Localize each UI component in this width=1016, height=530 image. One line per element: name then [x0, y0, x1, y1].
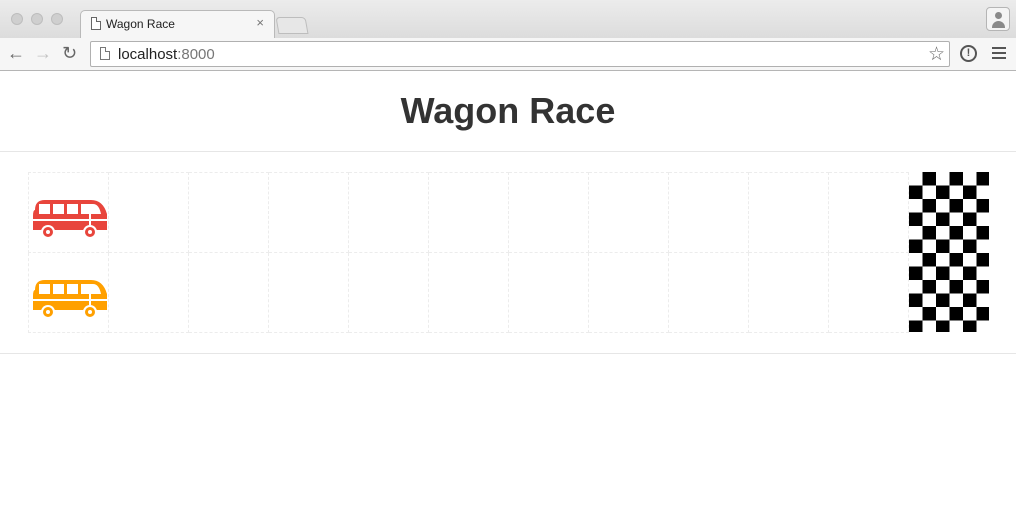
lane-player-1 — [28, 172, 989, 253]
browser-tab-strip: Wagon Race × — [0, 0, 1016, 38]
page-title: Wagon Race — [400, 90, 616, 131]
document-icon — [91, 17, 101, 30]
track-cell — [508, 172, 589, 253]
track-cell — [668, 252, 749, 333]
track-cell — [348, 172, 429, 253]
reload-button[interactable]: ↻ — [62, 43, 77, 63]
tab-wagon-race[interactable]: Wagon Race × — [80, 10, 275, 38]
back-button[interactable]: ← — [7, 43, 25, 63]
url-host: localhost — [118, 46, 178, 63]
page-icon — [100, 47, 110, 60]
url-port: :8000 — [177, 46, 215, 63]
track-cell — [348, 252, 429, 333]
wagon-player-2-icon — [33, 280, 107, 319]
track-cell — [428, 252, 509, 333]
track-cell — [748, 252, 829, 333]
address-bar[interactable]: localhost:8000 ☆ — [90, 41, 950, 67]
track-cell — [588, 252, 669, 333]
browser-toolbar: ← → ↻ localhost:8000 ☆ ! — [0, 38, 1016, 71]
menu-icon[interactable] — [992, 47, 1006, 60]
url-text[interactable]: localhost:8000 — [118, 46, 215, 63]
track-cell — [188, 172, 269, 253]
race-track — [28, 172, 989, 333]
bookmark-star-icon[interactable]: ☆ — [928, 43, 945, 66]
track-cell — [588, 172, 669, 253]
track-cell — [188, 252, 269, 333]
track-cell — [668, 172, 749, 253]
profile-icon[interactable] — [986, 7, 1010, 31]
checkered-flag-icon — [909, 172, 989, 332]
new-tab-button[interactable] — [275, 17, 309, 34]
track-cell — [28, 252, 109, 333]
track-cell — [28, 172, 109, 253]
info-icon[interactable]: ! — [960, 45, 977, 62]
track-cell — [748, 172, 829, 253]
window-close-button[interactable] — [11, 13, 23, 25]
divider-bottom — [0, 353, 1016, 354]
wagon-player-1-icon — [33, 200, 107, 239]
track-cell — [108, 252, 189, 333]
track-cell — [268, 172, 349, 253]
track-cell — [108, 172, 189, 253]
tab-title: Wagon Race — [106, 17, 175, 31]
track-cell — [828, 252, 909, 333]
divider-top — [0, 151, 1016, 152]
track-cell — [828, 172, 909, 253]
window-minimize-button[interactable] — [31, 13, 43, 25]
forward-button[interactable]: → — [34, 43, 52, 63]
window-zoom-button[interactable] — [51, 13, 63, 25]
tab-close-icon[interactable]: × — [256, 15, 264, 30]
track-cell — [428, 172, 509, 253]
lane-player-2 — [28, 252, 989, 333]
track-cell — [268, 252, 349, 333]
track-cell — [508, 252, 589, 333]
